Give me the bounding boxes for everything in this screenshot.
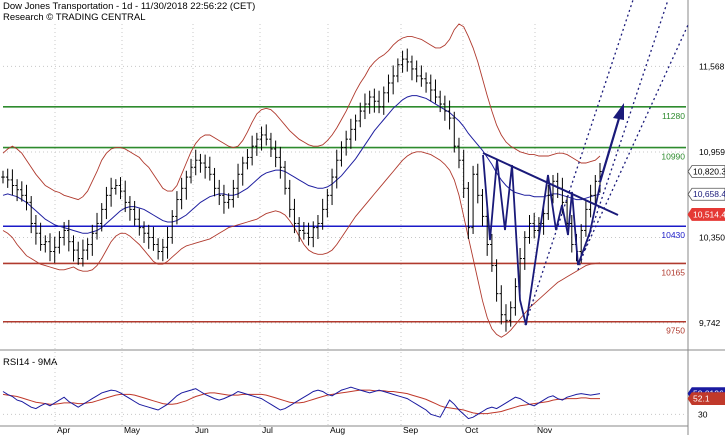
rsi-y-tick-label: 30 [698, 409, 708, 419]
x-tick-label: Sep [403, 425, 418, 435]
x-tick-label: Apr [57, 425, 70, 435]
price-tag-label: 10,658.4 [693, 189, 725, 199]
level-label-10165: 10165 [661, 267, 685, 277]
channel-line-lower [524, 0, 634, 326]
channel-line-upper [584, 24, 689, 251]
moving-average-line [2, 95, 601, 234]
channel-line-mid [577, 0, 669, 271]
price-tags: 10,820.310,658.410,514.459.012652.1 [687, 165, 725, 406]
x-tick-label: Oct [465, 425, 479, 435]
axes: 11,568 10,959 10,350 9,742 30 Apr May Jun Jul Aug… [57, 61, 725, 435]
level-label-10990: 10990 [661, 152, 685, 162]
descending-trendline [482, 152, 619, 216]
y-tick-label: 10,959 [699, 147, 725, 157]
y-tick-label: 11,568 [699, 61, 725, 71]
x-tick-label: Nov [537, 425, 553, 435]
forecast-arrowhead [613, 103, 624, 120]
y-tick-label: 9,742 [699, 318, 721, 328]
rsi-tag-label: 52.1 [693, 394, 710, 404]
level-label-10430: 10430 [661, 230, 685, 240]
trendlines [482, 0, 689, 326]
y-tick-label: 10,350 [699, 232, 725, 242]
level-lines: 11280 10990 10430 10165 9750 [3, 106, 686, 336]
level-label-9750: 9750 [666, 326, 685, 336]
price-tag-label: 10,820.3 [693, 166, 725, 176]
x-tick-label: Jul [262, 425, 273, 435]
x-tick-label: May [124, 425, 141, 435]
forecast-arrow [598, 114, 622, 183]
x-tick-label: Aug [330, 425, 345, 435]
x-tick-label: Jun [195, 425, 209, 435]
grid [0, 0, 725, 435]
price-series [1, 23, 602, 338]
rsi-ma-line [2, 389, 600, 415]
price-tag-label: 10,514.4 [693, 209, 725, 219]
level-label-11280: 11280 [662, 111, 685, 121]
chart-canvas: 11280 10990 10430 10165 9750 11,568 10,959 10,… [0, 0, 725, 435]
rsi-series [2, 386, 601, 420]
